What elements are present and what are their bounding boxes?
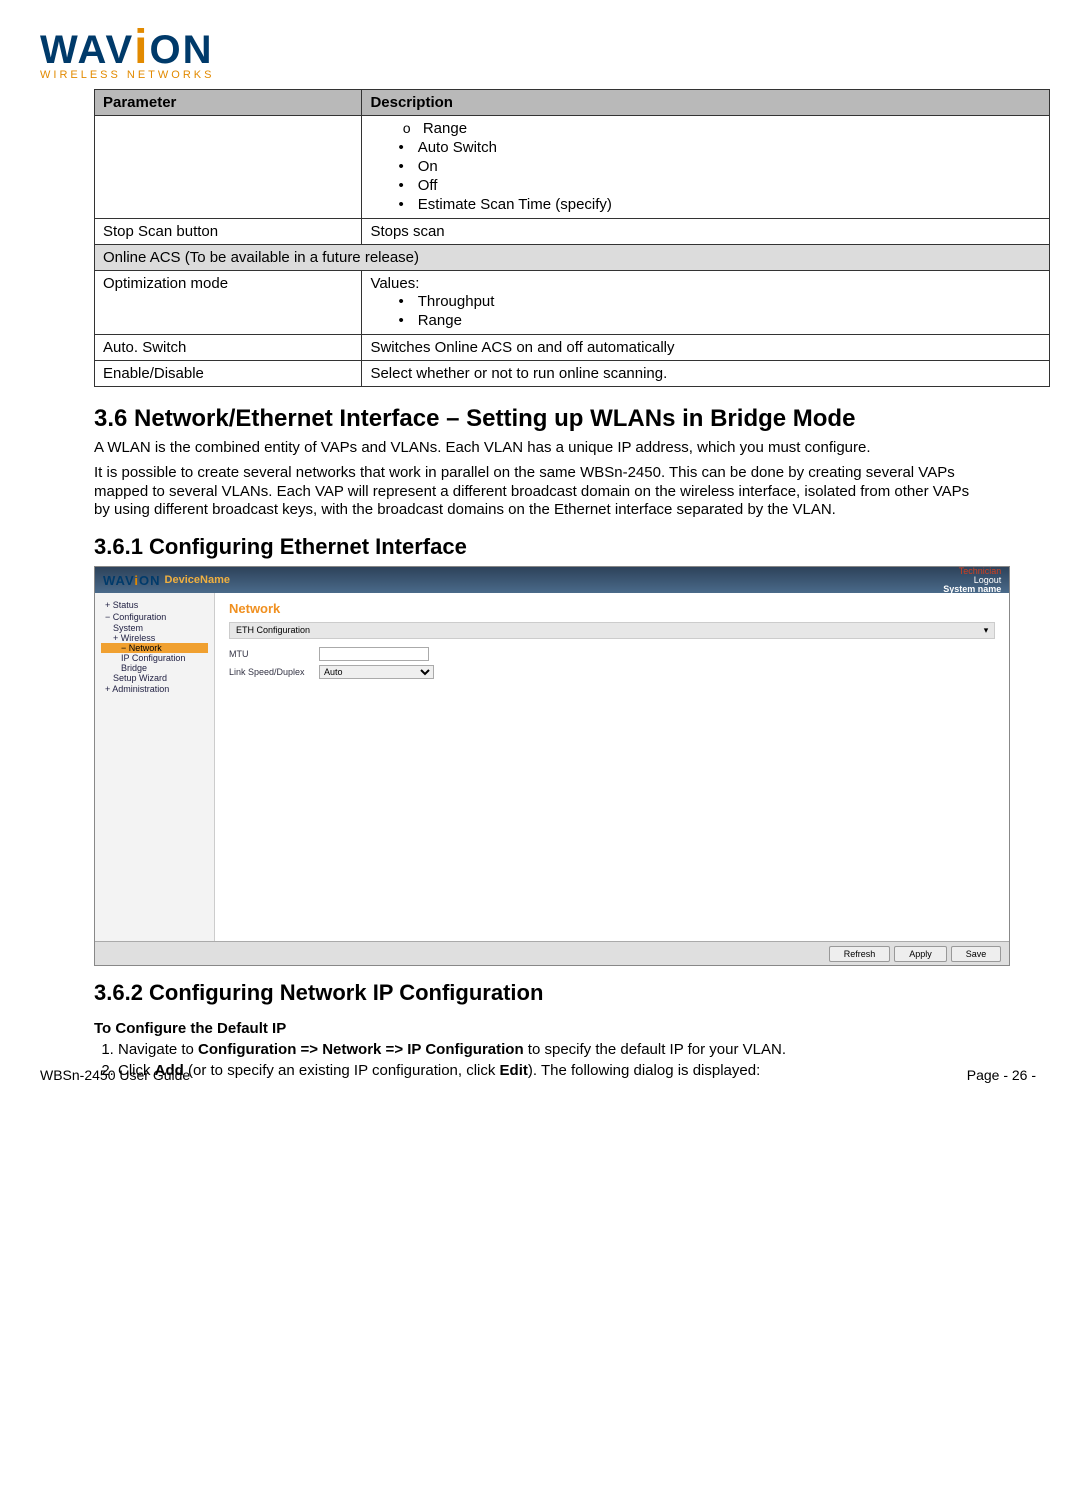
link-speed-label: Link Speed/Duplex	[229, 667, 319, 677]
mtu-input[interactable]	[319, 647, 429, 661]
para-3-6-1: A WLAN is the combined entity of VAPs an…	[94, 439, 982, 458]
heading-3-6-2: 3.6.2 Configuring Network IP Configurati…	[94, 980, 1036, 1006]
brand-tagline: WIRELESS NETWORKS	[40, 69, 1036, 81]
apply-button[interactable]: Apply	[894, 946, 947, 962]
section-online-acs: Online ACS (To be available in a future …	[95, 245, 1050, 271]
brand-logo: WAViON WIRELESS NETWORKS	[40, 20, 1036, 81]
network-config-screenshot: WAViON DeviceName Technician Logout Syst…	[94, 566, 1010, 966]
page-footer: WBSn-2450 User Guide Page - 26 -	[40, 1007, 1036, 1083]
collapse-icon[interactable]: ▾	[984, 625, 989, 636]
device-name: DeviceName	[165, 574, 230, 586]
save-button[interactable]: Save	[951, 946, 1002, 962]
footer-page-number: Page - 26 -	[967, 1067, 1036, 1083]
link-speed-select[interactable]: Auto	[319, 665, 434, 679]
sidebar-item-bridge[interactable]: Bridge	[101, 663, 208, 673]
sidebar-item-configuration[interactable]: − Configuration	[101, 611, 208, 623]
page-title-network: Network	[229, 601, 995, 616]
col-description: Description	[362, 90, 1050, 116]
panel-eth-configuration: ETH Configuration▾	[229, 622, 995, 639]
footer-title: WBSn-2450 User Guide	[40, 1067, 190, 1083]
heading-3-6: 3.6 Network/Ethernet Interface – Setting…	[94, 405, 1036, 433]
para-3-6-2: It is possible to create several network…	[94, 464, 982, 520]
sidebar-item-network[interactable]: − Network	[101, 643, 208, 653]
sidebar-item-ip-configuration[interactable]: IP Configuration	[101, 653, 208, 663]
parameter-table: Parameter Description Range Auto Switch …	[94, 89, 1050, 387]
sidebar-item-status[interactable]: + Status	[101, 599, 208, 611]
sidebar-item-administration[interactable]: + Administration	[101, 683, 208, 695]
sidebar-item-system[interactable]: System	[101, 623, 208, 633]
col-parameter: Parameter	[95, 90, 362, 116]
mtu-label: MTU	[229, 649, 319, 659]
sidebar-item-wireless[interactable]: + Wireless	[101, 633, 208, 643]
heading-3-6-1: 3.6.1 Configuring Ethernet Interface	[94, 534, 1036, 560]
refresh-button[interactable]: Refresh	[829, 946, 891, 962]
sidebar-nav: + Status − Configuration System + Wirele…	[95, 593, 215, 941]
sidebar-item-setup-wizard[interactable]: Setup Wizard	[101, 673, 208, 683]
